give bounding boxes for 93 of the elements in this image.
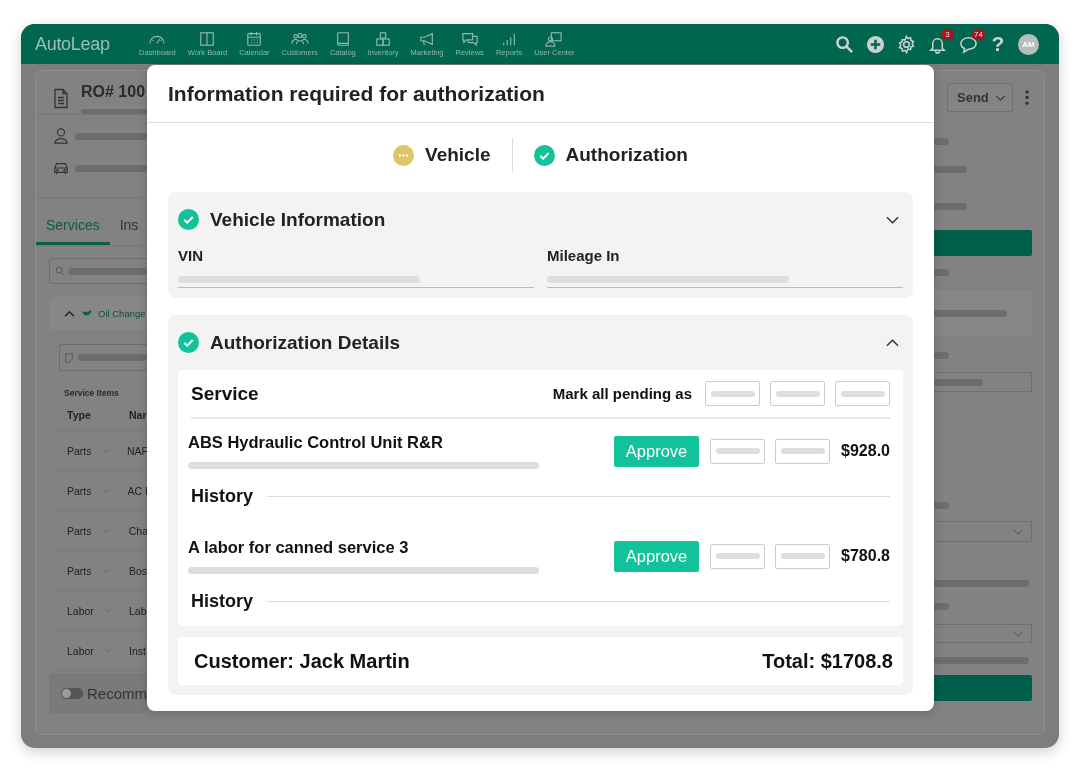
tab[interactable]: Ins — [109, 205, 148, 245]
help-button[interactable]: ? — [990, 32, 1006, 56]
notification-count: 3 — [941, 28, 954, 40]
table-cell: Bos — [129, 564, 148, 577]
table-cell: Inst — [129, 644, 146, 657]
chevron-down-icon — [1013, 528, 1023, 535]
car-icon — [53, 160, 69, 176]
search-icon[interactable] — [835, 34, 854, 54]
input-field[interactable] — [933, 372, 1032, 392]
toggle-switch[interactable] — [61, 687, 83, 699]
columns-icon — [198, 31, 217, 47]
primary-button[interactable] — [933, 230, 1032, 256]
boxes-icon — [374, 31, 393, 47]
search-field[interactable] — [49, 258, 148, 284]
skeleton-bar — [933, 502, 949, 509]
mark-all-label: Mark all pending as — [552, 385, 692, 402]
column-header: Service — [191, 382, 260, 405]
section-label: Service Items — [64, 388, 120, 398]
field-label: Mileage In — [547, 247, 621, 264]
history-label: History — [191, 485, 253, 507]
history-label: History — [191, 590, 253, 612]
status-option-button[interactable] — [770, 381, 825, 406]
status-option-button[interactable] — [710, 543, 766, 569]
skeleton-bar — [933, 603, 949, 610]
tab[interactable]: Services — [36, 205, 110, 245]
status-option-button[interactable] — [710, 438, 766, 464]
status-option-button[interactable] — [775, 543, 831, 569]
bar-chart-icon — [500, 31, 518, 47]
chevron-down-icon[interactable] — [886, 215, 899, 224]
skeleton-bar — [933, 203, 967, 210]
logo[interactable]: AutoLeap — [35, 33, 139, 55]
dropdown-field[interactable] — [933, 624, 1032, 643]
table-cell: Lab — [129, 604, 147, 617]
section-title: Authorization Details — [210, 331, 401, 354]
send-dropdown-button[interactable]: Send — [947, 83, 1013, 112]
more-icon[interactable] — [1025, 90, 1029, 105]
skeleton-bar — [933, 138, 949, 145]
service-price: $780.8 — [841, 547, 890, 565]
item-type-select[interactable]: Labor — [67, 644, 129, 657]
status-option-button[interactable] — [835, 381, 890, 406]
add-icon[interactable] — [866, 34, 885, 54]
section-title: Vehicle Information — [210, 208, 387, 231]
table-cell: Cha — [128, 524, 148, 537]
skeleton-bar — [933, 352, 949, 359]
chevron-down-icon — [1013, 630, 1023, 637]
status-option-button[interactable] — [775, 438, 831, 464]
chevron-down-icon — [995, 94, 1006, 101]
item-type-select[interactable]: Parts — [67, 524, 129, 537]
item-type-select[interactable]: Labor — [67, 604, 129, 617]
chevron-up-icon — [64, 310, 75, 317]
chevron-up-icon[interactable] — [886, 338, 899, 347]
column-header: Nar — [129, 409, 147, 421]
column-header: Type — [67, 409, 92, 421]
service-group-header[interactable]: Oil Change — [49, 297, 148, 330]
check-icon — [178, 209, 199, 230]
status-option-button[interactable] — [705, 381, 760, 406]
approve-button[interactable]: Approve — [614, 540, 700, 572]
chat-bubbles-icon — [460, 31, 479, 47]
skeleton-bar — [933, 269, 949, 276]
step-label: Vehicle — [425, 144, 491, 166]
search-icon — [55, 266, 65, 276]
table-cell: NAF — [127, 444, 148, 457]
total-amount: Total: $1708.8 — [762, 649, 893, 673]
person-icon — [53, 128, 69, 144]
dropdown-field[interactable] — [933, 521, 1032, 542]
calendar-icon — [245, 31, 264, 47]
service-price: $928.0 — [841, 442, 890, 460]
user-avatar[interactable]: AM — [1018, 33, 1039, 55]
toggle-label: Recomm — [87, 684, 147, 702]
service-name: A labor for canned service 3 — [188, 538, 410, 557]
note-field[interactable] — [59, 344, 148, 371]
presenter-icon — [545, 31, 564, 47]
item-type-select[interactable]: Parts — [67, 484, 128, 497]
people-icon — [290, 31, 309, 47]
item-type-select[interactable]: Parts — [67, 444, 127, 457]
input-field[interactable] — [178, 276, 534, 288]
input-field[interactable] — [547, 276, 903, 288]
primary-button[interactable] — [933, 675, 1032, 701]
approve-button[interactable]: Approve — [614, 435, 700, 467]
note-icon — [64, 352, 74, 363]
field-label: VIN — [178, 247, 204, 264]
skeleton-bar — [933, 166, 967, 173]
settings-icon[interactable] — [897, 34, 916, 54]
dialog-title: Information required for authorization — [168, 81, 545, 106]
check-icon — [178, 332, 199, 353]
repair-order-title: RO# 100 — [81, 83, 147, 101]
step-label: Authorization — [565, 144, 688, 166]
document-icon — [53, 88, 69, 109]
table-cell: AC I — [127, 484, 148, 497]
message-count: 74 — [972, 28, 985, 40]
item-type-select[interactable]: Parts — [67, 564, 129, 577]
service-name: ABS Hydraulic Control Unit R&R — [188, 433, 444, 452]
customer-name: Customer: Jack Martin — [194, 649, 410, 673]
